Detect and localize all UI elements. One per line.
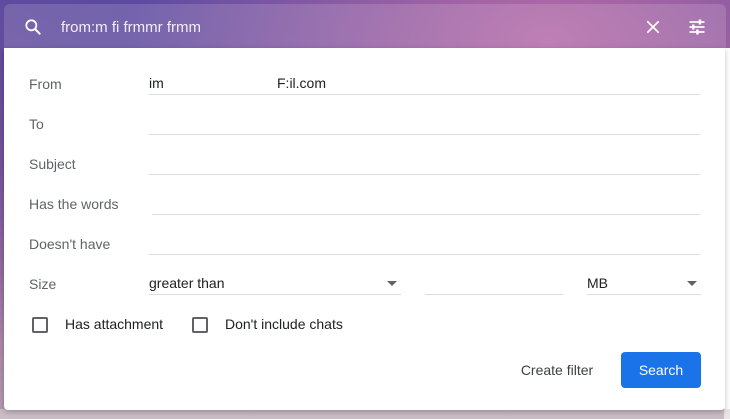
from-field[interactable]: im F:il.com [149,72,700,95]
from-value-part1: im [149,75,164,91]
size-value-field[interactable] [425,272,563,295]
to-label: To [29,116,44,132]
tune-icon-svg [689,19,705,35]
from-label: From [29,76,62,92]
subject-field[interactable] [149,152,700,175]
create-filter-button[interactable]: Create filter [510,352,604,388]
search-query[interactable]: from:m fi frmmr frmm [61,17,621,39]
doesnt-have-label: Doesn't have [29,236,111,252]
search-bar: from:m fi frmmr frmm [4,4,726,48]
close-icon[interactable] [642,16,664,38]
doesnt-have-field[interactable] [149,232,700,255]
dont-include-chats-label: Don't include chats [225,316,343,332]
size-unit-select[interactable]: MB [587,272,701,295]
has-attachment-checkbox[interactable] [32,317,48,333]
chevron-down-icon [387,281,397,286]
size-comparator-select[interactable]: greater than [149,272,401,295]
chevron-down-icon [687,281,697,286]
search-icon[interactable] [22,16,44,38]
has-words-label: Has the words [29,196,119,212]
from-value-part2: F:il.com [277,75,326,91]
search-button[interactable]: Search [621,352,701,388]
subject-label: Subject [29,156,76,172]
background-bottom-strip [0,409,730,419]
advanced-search-panel: From im F:il.com To Subject Has the word… [4,48,725,410]
search-icon-svg [25,19,41,35]
dont-include-chats-checkbox[interactable] [192,317,208,333]
has-words-field[interactable] [152,192,700,215]
has-attachment-label: Has attachment [65,316,164,332]
size-unit-value: MB [587,275,608,291]
close-icon-svg [646,20,660,34]
size-comparator-value: greater than [149,275,225,291]
size-label: Size [29,276,57,292]
to-field[interactable] [149,112,700,135]
tune-icon[interactable] [686,16,708,38]
